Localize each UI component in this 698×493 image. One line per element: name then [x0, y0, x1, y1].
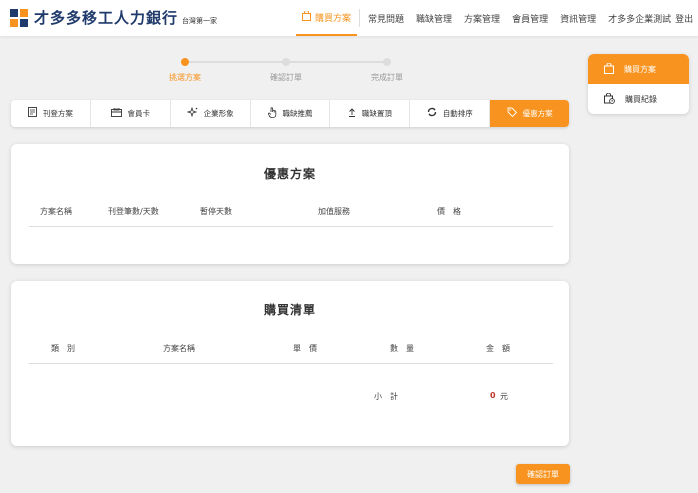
purchase-list-card: 購買清單 類 別 方案名稱 單 價 數 量 金 額 小 計 0 元	[11, 281, 569, 446]
column-header-pause-days: 暫停天數	[200, 207, 232, 216]
sparkle-icon	[186, 106, 198, 120]
bag-icon	[302, 9, 311, 24]
column-header-listing-count: 刊登筆數/天數	[108, 207, 159, 216]
step-label-select: 挑選方案	[169, 73, 201, 82]
step-label-confirm: 確認訂單	[270, 73, 302, 82]
nav-item-info-management[interactable]: 資訊管理	[554, 0, 602, 36]
column-header-addon-service: 加值服務	[318, 207, 350, 216]
main-nav: 購買方案 常見問題 職缺管理 方案管理 會員管理 資訊管理 才多多企業測試 登出	[296, 0, 698, 36]
nav-divider	[359, 9, 361, 27]
history-bag-icon	[604, 92, 615, 106]
brand-tagline: 台灣第一家	[182, 16, 218, 25]
confirm-order-button[interactable]: 確認訂單	[516, 464, 570, 484]
sidebar-item-label: 購買紀錄	[625, 94, 657, 104]
subtotal-label: 小 計	[374, 392, 398, 401]
column-header-price: 價 格	[437, 207, 461, 216]
card-icon	[110, 107, 122, 120]
column-header-plan-name: 方案名稱	[40, 207, 72, 216]
plan-category-tabs: 刊登方案 會員卡 企業形象 職缺推薦 職缺置頂 自動排序 優惠方案	[11, 100, 569, 127]
tab-label: 刊登方案	[42, 109, 73, 118]
tab-label: 自動排序	[442, 109, 473, 118]
nav-item-member-management[interactable]: 會員管理	[506, 0, 554, 36]
nav-item-job-management[interactable]: 職缺管理	[410, 0, 458, 36]
column-header-category: 類 別	[51, 344, 75, 353]
step-label-complete: 完成訂單	[371, 73, 403, 82]
nav-label: 購買方案	[315, 13, 352, 24]
hand-icon	[267, 106, 277, 121]
top-header: 才多多移工人力銀行 台灣第一家 購買方案 常見問題 職缺管理 方案管理 會員管理…	[0, 0, 698, 36]
tab-job-pin-top[interactable]: 職缺置頂	[330, 100, 411, 127]
tag-icon	[507, 107, 517, 120]
step-dot-confirm	[282, 58, 290, 66]
tab-label: 會員卡	[127, 109, 151, 118]
document-icon	[27, 107, 37, 120]
sidebar-item-purchase-history[interactable]: 購買紀錄	[588, 84, 689, 114]
column-header-amount: 金 額	[486, 344, 510, 353]
purchase-list-title: 購買清單	[263, 303, 316, 317]
discount-plans-card: 優惠方案 方案名稱 刊登筆數/天數 暫停天數 加值服務 價 格	[11, 144, 569, 264]
logo-mark-icon	[10, 8, 28, 27]
step-connector	[285, 61, 385, 63]
user-name[interactable]: 才多多企業測試	[602, 0, 673, 36]
brand-logo[interactable]: 才多多移工人力銀行 台灣第一家	[10, 7, 217, 28]
nav-item-faq[interactable]: 常見問題	[362, 0, 410, 36]
discount-plans-title: 優惠方案	[263, 167, 316, 181]
column-header-unit-price: 單 價	[293, 344, 317, 353]
bag-icon	[604, 62, 614, 76]
tab-discount-plan[interactable]: 優惠方案	[490, 100, 569, 127]
currency-unit: 元	[500, 392, 508, 401]
subtotal-value: 0	[490, 391, 496, 400]
order-stepper: 挑選方案 確認訂單 完成訂單	[140, 56, 430, 86]
sidebar-item-label: 購買方案	[624, 64, 656, 74]
step-dot-select	[181, 58, 189, 66]
tab-label: 職缺推薦	[282, 109, 313, 118]
tab-member-card[interactable]: 會員卡	[91, 100, 171, 127]
tab-label: 職缺置頂	[361, 109, 392, 118]
step-dot-complete	[383, 58, 391, 66]
table-divider	[29, 226, 553, 227]
tab-listing-plan[interactable]: 刊登方案	[11, 100, 91, 127]
column-header-quantity: 數 量	[390, 344, 414, 353]
column-header-plan-name: 方案名稱	[163, 344, 195, 353]
tab-auto-sort[interactable]: 自動排序	[410, 100, 491, 127]
step-connector	[185, 61, 285, 63]
arrow-up-icon	[348, 107, 356, 120]
nav-item-plan-management[interactable]: 方案管理	[458, 0, 506, 36]
purchase-sidebar: 購買方案 購買紀錄	[588, 54, 689, 114]
nav-item-buy-plan[interactable]: 購買方案	[296, 0, 358, 36]
sidebar-item-buy-plan[interactable]: 購買方案	[588, 54, 689, 84]
brand-name: 才多多移工人力銀行	[34, 9, 179, 27]
logout-link[interactable]: 登出	[673, 0, 698, 36]
tab-company-image[interactable]: 企業形象	[171, 100, 251, 127]
table-divider	[29, 363, 553, 364]
tab-job-recommend[interactable]: 職缺推薦	[251, 100, 331, 127]
tab-label: 企業形象	[203, 109, 234, 118]
tab-label: 優惠方案	[522, 109, 553, 118]
refresh-icon	[427, 107, 437, 120]
